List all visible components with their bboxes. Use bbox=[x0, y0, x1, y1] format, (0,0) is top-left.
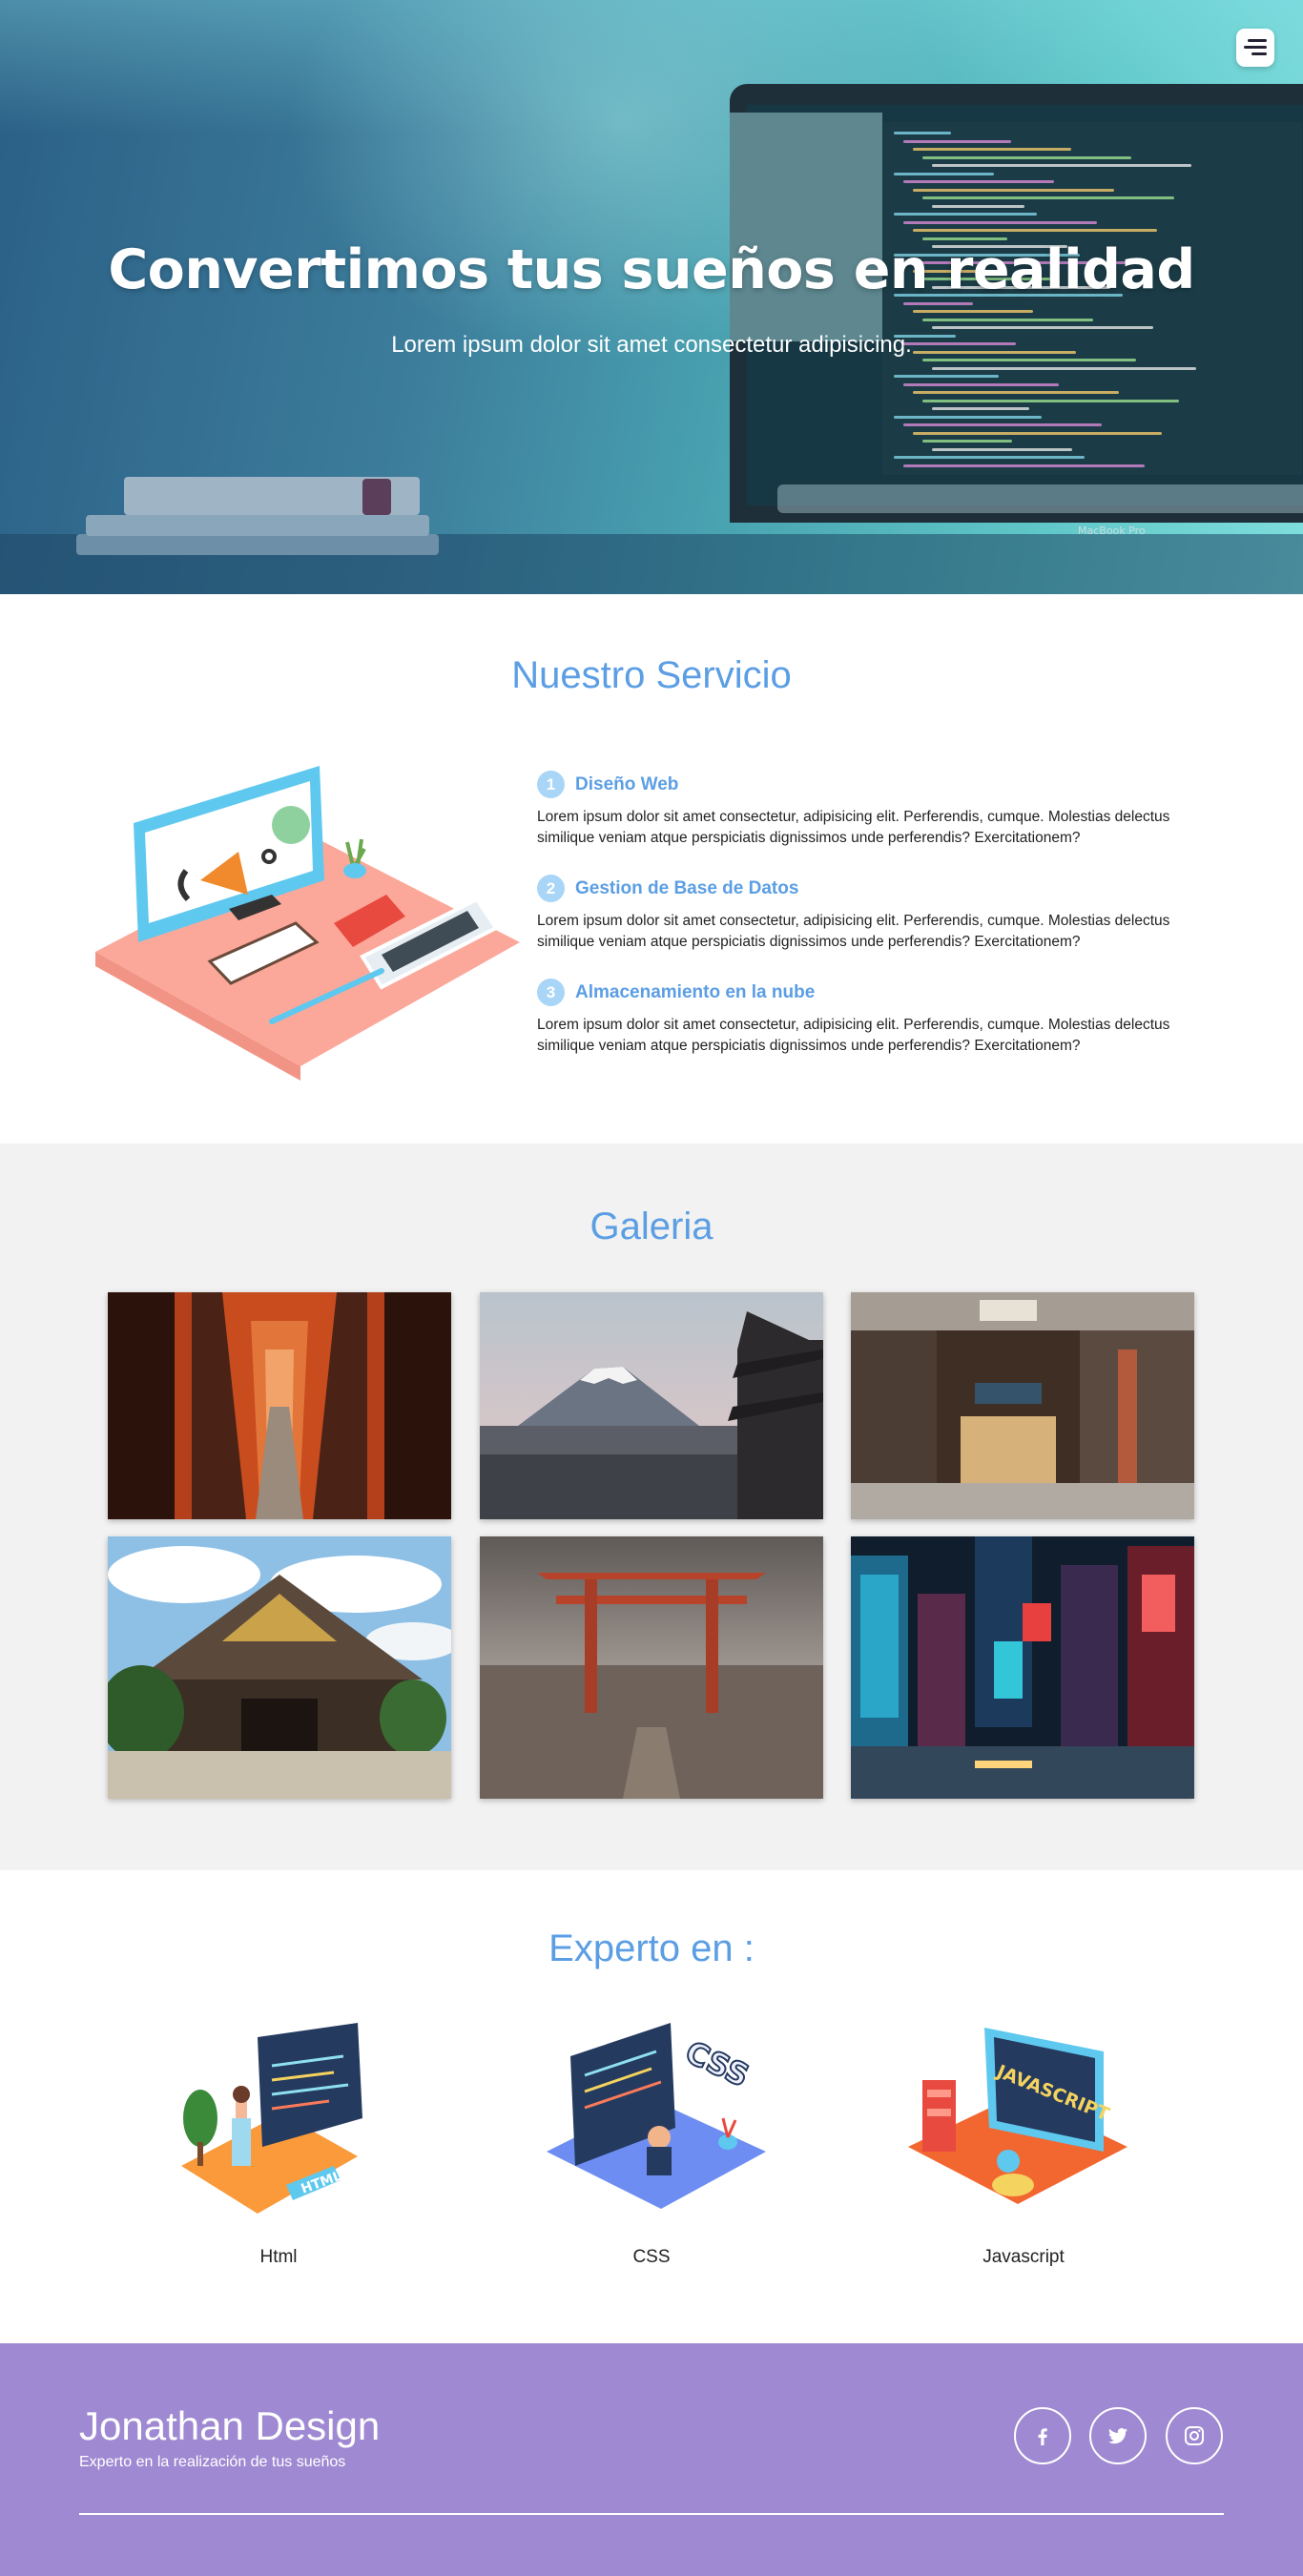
laptop-brand: MacBook Pro bbox=[1078, 525, 1146, 537]
services-title: Nuestro Servicio bbox=[511, 654, 792, 696]
gallery-photo-city-night[interactable] bbox=[851, 1536, 1194, 1799]
workspace-illustration bbox=[95, 766, 520, 1081]
footer: Jonathan Design Experto en la realizació… bbox=[0, 2343, 1303, 2576]
gallery-section: Galeria bbox=[0, 1144, 1303, 1870]
services-list: 1 Diseño Web Lorem ipsum dolor sit amet … bbox=[537, 771, 1205, 1082]
twitter-button[interactable] bbox=[1089, 2407, 1147, 2464]
service-name: Diseño Web bbox=[575, 773, 679, 794]
gallery-photo-castle[interactable] bbox=[108, 1536, 451, 1799]
hero-title: Convertimos tus sueños en realidad bbox=[108, 238, 1195, 301]
service-description: Lorem ipsum dolor sit amet consectetur, … bbox=[537, 1017, 1170, 1054]
gallery-photo-mount-fuji[interactable] bbox=[480, 1292, 823, 1519]
facebook-button[interactable] bbox=[1014, 2407, 1071, 2464]
menu-button[interactable] bbox=[1236, 29, 1274, 67]
service-item: 2 Gestion de Base de Datos Lorem ipsum d… bbox=[537, 875, 1205, 953]
service-name: Almacenamiento en la nube bbox=[575, 981, 816, 1002]
javascript-illustration: JAVASCRIPT bbox=[908, 2028, 1127, 2204]
skill-label-html: Html bbox=[259, 2247, 298, 2267]
hero-section: MacBook Pro Convertimos tus sueños en re… bbox=[0, 0, 1303, 594]
laptop-image: MacBook Pro bbox=[730, 84, 1303, 551]
service-description: Lorem ipsum dolor sit amet consectetur, … bbox=[537, 913, 1170, 950]
services-section: Nuestro Servicio 1 Diseño Web Lorem ipsu… bbox=[0, 594, 1303, 1144]
css-illustration: CSS bbox=[547, 2023, 766, 2209]
footer-divider bbox=[79, 2513, 1224, 2515]
css-badge: CSS bbox=[680, 2033, 755, 2093]
html-illustration: HTML bbox=[181, 2023, 362, 2214]
footer-brand[interactable]: Jonathan Design bbox=[79, 2403, 380, 2449]
service-name: Gestion de Base de Datos bbox=[575, 877, 799, 898]
service-item: 3 Almacenamiento en la nube Lorem ipsum … bbox=[537, 979, 1205, 1057]
expertise-section: Experto en : HTML Html CSS CSS JAVASCRIP… bbox=[0, 1870, 1303, 2343]
service-number: 1 bbox=[537, 771, 565, 798]
service-number: 3 bbox=[537, 979, 565, 1006]
service-number: 2 bbox=[537, 875, 565, 902]
expertise-title: Experto en : bbox=[548, 1927, 755, 1969]
gallery-photo-floating-torii[interactable] bbox=[480, 1536, 823, 1799]
menu-icon bbox=[1248, 39, 1267, 42]
gallery-title: Galeria bbox=[589, 1206, 714, 1247]
gallery-photo-torii-path[interactable] bbox=[108, 1292, 451, 1519]
books-image bbox=[76, 477, 448, 582]
service-description: Lorem ipsum dolor sit amet consectetur, … bbox=[537, 809, 1170, 846]
instagram-button[interactable] bbox=[1166, 2407, 1223, 2464]
skill-label-css: CSS bbox=[632, 2247, 671, 2267]
gallery-photo-street-shop[interactable] bbox=[851, 1292, 1194, 1519]
skill-label-javascript: Javascript bbox=[982, 2247, 1065, 2267]
instagram-icon bbox=[1185, 2426, 1204, 2445]
twitter-icon bbox=[1108, 2428, 1127, 2444]
hero-subtitle: Lorem ipsum dolor sit amet consectetur a… bbox=[391, 332, 912, 358]
service-item: 1 Diseño Web Lorem ipsum dolor sit amet … bbox=[537, 771, 1205, 849]
footer-tagline: Experto en la realización de tus sueños bbox=[79, 2454, 346, 2470]
facebook-icon bbox=[1038, 2428, 1047, 2445]
